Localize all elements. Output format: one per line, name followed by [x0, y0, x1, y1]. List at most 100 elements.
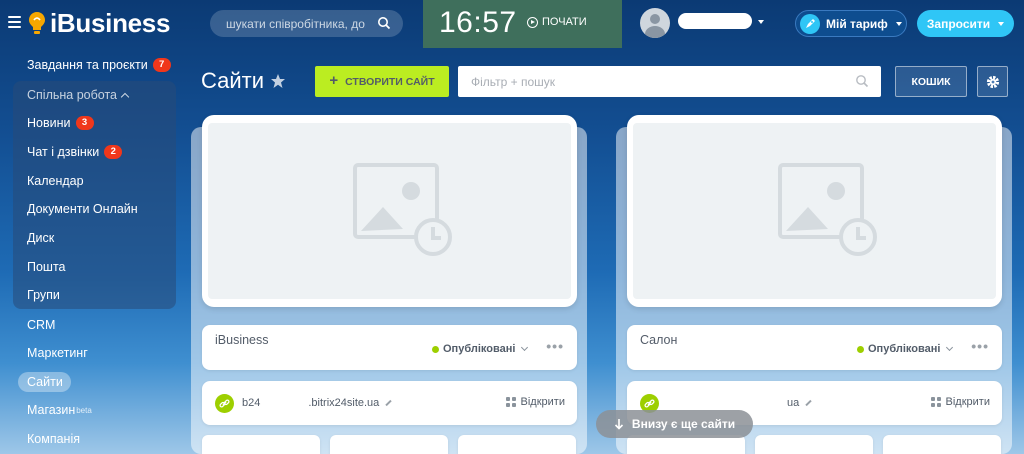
status-dot — [432, 345, 439, 353]
site-domain-card: b24 .bitrix24site.ua Відкрити — [202, 381, 577, 425]
chevron-down-icon — [521, 343, 529, 352]
site-url-suffix: ua — [787, 397, 800, 409]
sidebar-item-label: Завдання та проєкти — [27, 58, 148, 72]
open-label: Відкрити — [520, 396, 565, 408]
search-icon[interactable] — [855, 74, 869, 88]
more-sites-button[interactable]: Внизу є ще сайти — [596, 410, 753, 438]
sidebar-item-label: CRM — [27, 318, 56, 332]
sidebar-item-label: Маркетинг — [27, 346, 88, 360]
pencil-icon[interactable] — [805, 399, 812, 407]
logo[interactable]: iBusiness — [50, 8, 170, 39]
sidebar: Завдання та проєкти 7 Спільна робота Нов… — [0, 48, 185, 454]
sidebar-item-sites[interactable]: Сайти — [27, 375, 63, 389]
site-tile[interactable] — [883, 435, 1001, 454]
sidebar-item-chat[interactable]: Чат і дзвінки 2 — [27, 145, 123, 159]
chevron-down-icon — [946, 343, 954, 352]
status-label: Опубліковані — [868, 343, 941, 355]
sidebar-item-tasks[interactable]: Завдання та проєкти 7 — [27, 58, 171, 72]
start-workday-button[interactable]: ПОЧАТИ — [527, 16, 587, 28]
create-site-label: СТВОРИТИ САЙТ — [345, 75, 435, 88]
invite-button[interactable]: Запросити — [917, 10, 1014, 37]
link-icon — [215, 394, 234, 413]
status-dropdown[interactable]: Опубліковані — [432, 343, 529, 355]
sidebar-item-company[interactable]: Компанія — [27, 432, 80, 446]
chevron-up-icon — [120, 92, 130, 101]
sidebar-item-disk[interactable]: Диск — [27, 231, 54, 245]
site-preview[interactable] — [202, 115, 577, 307]
menu-icon[interactable] — [8, 16, 21, 28]
start-label: ПОЧАТИ — [542, 16, 587, 28]
site-name[interactable]: Салон — [640, 333, 677, 347]
status-dot — [857, 345, 864, 353]
trash-button[interactable]: КОШИК — [895, 66, 967, 97]
status-dropdown[interactable]: Опубліковані — [857, 343, 954, 355]
plus-icon: + — [329, 72, 339, 89]
status-label: Опубліковані — [443, 343, 516, 355]
sidebar-item-documents[interactable]: Документи Онлайн — [27, 202, 138, 216]
more-icon[interactable]: ••• — [546, 338, 564, 354]
site-tile[interactable] — [330, 435, 448, 454]
sidebar-item-label: Магазин — [27, 403, 76, 417]
arrow-down-icon — [614, 419, 623, 430]
settings-button[interactable] — [977, 66, 1008, 97]
username-redacted[interactable] — [678, 13, 752, 29]
open-site-button[interactable]: Відкрити — [505, 396, 565, 408]
site-url[interactable]: b24 .bitrix24site.ua — [242, 397, 392, 409]
sidebar-item-marketing[interactable]: Маркетинг — [27, 346, 88, 360]
site-info-card: iBusiness Опубліковані ••• — [202, 325, 577, 370]
site-tile[interactable] — [458, 435, 576, 454]
more-icon[interactable]: ••• — [971, 338, 989, 354]
page-title: Сайти — [201, 68, 286, 94]
open-site-button[interactable]: Відкрити — [930, 396, 990, 408]
sidebar-item-label: Сайти — [27, 375, 63, 389]
site-tile[interactable] — [755, 435, 873, 454]
grid-icon — [505, 397, 516, 407]
grid-icon — [930, 397, 941, 407]
sidebar-item-label: Компанія — [27, 432, 80, 446]
more-sites-label: Внизу є ще сайти — [631, 417, 736, 431]
header-search[interactable]: шукати співробітника, до... — [210, 10, 403, 37]
chevron-down-icon[interactable] — [758, 20, 764, 24]
open-label: Відкрити — [945, 396, 990, 408]
sidebar-item-label: Новини — [27, 116, 71, 130]
star-icon[interactable] — [270, 73, 286, 89]
site-name[interactable]: iBusiness — [215, 333, 269, 347]
site-preview[interactable] — [627, 115, 1002, 307]
site-info-card: Салон Опубліковані ••• — [627, 325, 1002, 370]
site-url-suffix: .bitrix24site.ua — [308, 397, 380, 409]
chevron-down-icon — [895, 21, 902, 26]
filter-search-input[interactable]: Фільтр + пошук — [458, 66, 881, 97]
gear-icon — [986, 75, 999, 88]
tariff-label: Мій тариф — [826, 16, 888, 31]
sidebar-item-groups[interactable]: Групи — [27, 288, 60, 302]
sidebar-group-collaboration[interactable]: Спільна робота — [27, 88, 130, 102]
image-placeholder-icon — [778, 163, 877, 256]
clock: 16:57 — [439, 6, 517, 39]
image-placeholder-icon — [353, 163, 452, 256]
site-url-prefix: b24 — [242, 397, 261, 409]
avatar[interactable] — [640, 8, 670, 38]
sidebar-item-shops[interactable]: Магазин beta — [27, 403, 92, 417]
sidebar-item-label: Пошта — [27, 260, 66, 274]
search-input[interactable]: шукати співробітника, до... — [226, 17, 366, 31]
tariff-button[interactable]: Мій тариф — [795, 10, 907, 37]
sidebar-item-label: Документи Онлайн — [27, 202, 138, 216]
sidebar-item-calendar[interactable]: Календар — [27, 174, 84, 188]
site-tile[interactable] — [202, 435, 320, 454]
counter-badge: 3 — [75, 116, 94, 130]
sidebar-item-news[interactable]: Новини 3 — [27, 116, 94, 130]
create-site-button[interactable]: + СТВОРИТИ САЙТ — [315, 66, 449, 97]
search-icon[interactable] — [377, 16, 391, 30]
bulb-icon — [29, 12, 45, 34]
sidebar-item-crm[interactable]: CRM — [27, 318, 55, 332]
trash-label: КОШИК — [911, 75, 951, 88]
sidebar-item-mail[interactable]: Пошта — [27, 260, 66, 274]
sidebar-item-label: Диск — [27, 231, 55, 245]
pencil-icon[interactable] — [385, 399, 392, 407]
top-bar: iBusiness шукати співробітника, до... 16… — [0, 0, 1024, 48]
sidebar-item-label: Групи — [27, 288, 60, 302]
counter-badge: 7 — [152, 58, 171, 72]
rocket-icon — [800, 13, 820, 34]
site-url[interactable]: ua — [787, 397, 812, 409]
time-tracker: 16:57 ПОЧАТИ — [423, 0, 622, 48]
